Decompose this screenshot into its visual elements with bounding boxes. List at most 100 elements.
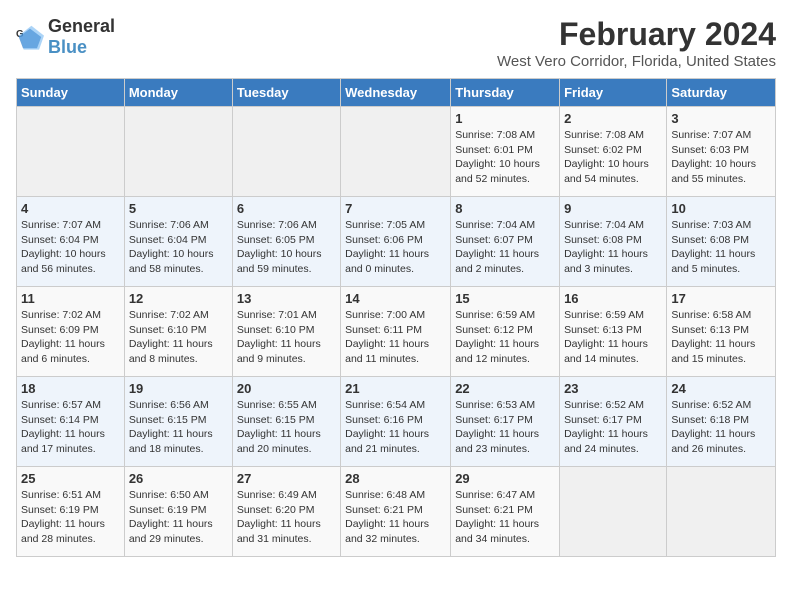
day-number: 16	[564, 291, 662, 306]
day-number: 2	[564, 111, 662, 126]
day-info: Sunrise: 6:53 AMSunset: 6:17 PMDaylight:…	[455, 398, 555, 457]
title-area: February 2024 West Vero Corridor, Florid…	[497, 16, 776, 70]
calendar-cell	[560, 467, 667, 557]
day-number: 12	[129, 291, 228, 306]
day-number: 28	[345, 471, 446, 486]
day-header-sunday: Sunday	[17, 79, 125, 107]
calendar-cell: 29 Sunrise: 6:47 AMSunset: 6:21 PMDayligh…	[451, 467, 560, 557]
calendar-cell: 1 Sunrise: 7:08 AMSunset: 6:01 PMDaylight…	[451, 107, 560, 197]
day-info: Sunrise: 7:06 AMSunset: 6:04 PMDaylight:…	[129, 218, 228, 277]
day-info: Sunrise: 6:52 AMSunset: 6:18 PMDaylight:…	[671, 398, 771, 457]
day-info: Sunrise: 6:47 AMSunset: 6:21 PMDaylight:…	[455, 488, 555, 547]
day-number: 20	[237, 381, 336, 396]
header: G General Blue February 2024 West Vero C…	[16, 16, 776, 70]
day-info: Sunrise: 7:00 AMSunset: 6:11 PMDaylight:…	[345, 308, 446, 367]
calendar-cell: 3Sunrise: 7:07 AMSunset: 6:03 PMDaylight…	[667, 107, 776, 197]
day-info: Sunrise: 7:08 AMSunset: 6:01 PMDaylight:…	[455, 128, 555, 187]
day-info: Sunrise: 6:49 AMSunset: 6:20 PMDaylight:…	[237, 488, 336, 547]
calendar-cell: 9Sunrise: 7:04 AMSunset: 6:08 PMDaylight…	[560, 197, 667, 287]
calendar-cell: 2 Sunrise: 7:08 AMSunset: 6:02 PMDaylight…	[560, 107, 667, 197]
calendar-table: SundayMondayTuesdayWednesdayThursdayFrid…	[16, 78, 776, 557]
day-info: Sunrise: 6:57 AMSunset: 6:14 PMDaylight:…	[21, 398, 120, 457]
day-number: 6	[237, 201, 336, 216]
day-info: Sunrise: 7:05 AMSunset: 6:06 PMDaylight:…	[345, 218, 446, 277]
day-number: 10	[671, 201, 771, 216]
day-number: 17	[671, 291, 771, 306]
calendar-cell: 7 Sunrise: 7:05 AMSunset: 6:06 PMDaylight…	[341, 197, 451, 287]
logo-blue-text: Blue	[48, 37, 87, 57]
calendar-cell: 13Sunrise: 7:01 AMSunset: 6:10 PMDayligh…	[232, 287, 340, 377]
day-header-thursday: Thursday	[451, 79, 560, 107]
day-number: 19	[129, 381, 228, 396]
day-info: Sunrise: 6:50 AMSunset: 6:19 PMDaylight:…	[129, 488, 228, 547]
calendar-body: 1 Sunrise: 7:08 AMSunset: 6:01 PMDaylight…	[17, 107, 776, 557]
day-info: Sunrise: 6:54 AMSunset: 6:16 PMDaylight:…	[345, 398, 446, 457]
calendar-cell	[232, 107, 340, 197]
week-row-3: 18 Sunrise: 6:57 AMSunset: 6:14 PMDayligh…	[17, 377, 776, 467]
calendar-cell: 10 Sunrise: 7:03 AMSunset: 6:08 PMDayligh…	[667, 197, 776, 287]
calendar-cell: 24 Sunrise: 6:52 AMSunset: 6:18 PMDayligh…	[667, 377, 776, 467]
day-info: Sunrise: 7:08 AMSunset: 6:02 PMDaylight:…	[564, 128, 662, 187]
day-number: 5	[129, 201, 228, 216]
day-info: Sunrise: 7:02 AMSunset: 6:09 PMDaylight:…	[21, 308, 120, 367]
day-header-friday: Friday	[560, 79, 667, 107]
logo: G General Blue	[16, 16, 115, 58]
day-info: Sunrise: 6:51 AMSunset: 6:19 PMDaylight:…	[21, 488, 120, 547]
calendar-cell: 6 Sunrise: 7:06 AMSunset: 6:05 PMDaylight…	[232, 197, 340, 287]
calendar-cell	[667, 467, 776, 557]
day-info: Sunrise: 6:55 AMSunset: 6:15 PMDaylight:…	[237, 398, 336, 457]
calendar-cell	[124, 107, 232, 197]
day-number: 7	[345, 201, 446, 216]
days-of-week-row: SundayMondayTuesdayWednesdayThursdayFrid…	[17, 79, 776, 107]
day-info: Sunrise: 7:03 AMSunset: 6:08 PMDaylight:…	[671, 218, 771, 277]
day-number: 26	[129, 471, 228, 486]
day-number: 25	[21, 471, 120, 486]
calendar-cell: 25 Sunrise: 6:51 AMSunset: 6:19 PMDayligh…	[17, 467, 125, 557]
day-info: Sunrise: 6:48 AMSunset: 6:21 PMDaylight:…	[345, 488, 446, 547]
day-number: 21	[345, 381, 446, 396]
calendar-cell: 14Sunrise: 7:00 AMSunset: 6:11 PMDayligh…	[341, 287, 451, 377]
day-info: Sunrise: 6:59 AMSunset: 6:13 PMDaylight:…	[564, 308, 662, 367]
main-title: February 2024	[497, 16, 776, 53]
day-number: 18	[21, 381, 120, 396]
day-info: Sunrise: 6:56 AMSunset: 6:15 PMDaylight:…	[129, 398, 228, 457]
day-number: 29	[455, 471, 555, 486]
logo-icon: G	[16, 23, 44, 51]
calendar-cell: 16 Sunrise: 6:59 AMSunset: 6:13 PMDayligh…	[560, 287, 667, 377]
day-number: 8	[455, 201, 555, 216]
day-info: Sunrise: 6:58 AMSunset: 6:13 PMDaylight:…	[671, 308, 771, 367]
subtitle: West Vero Corridor, Florida, United Stat…	[497, 53, 776, 70]
calendar-cell: 28 Sunrise: 6:48 AMSunset: 6:21 PMDayligh…	[341, 467, 451, 557]
day-number: 1	[455, 111, 555, 126]
day-header-monday: Monday	[124, 79, 232, 107]
day-number: 22	[455, 381, 555, 396]
calendar-cell: 27 Sunrise: 6:49 AMSunset: 6:20 PMDayligh…	[232, 467, 340, 557]
day-number: 3	[671, 111, 771, 126]
calendar-cell: 5 Sunrise: 7:06 AMSunset: 6:04 PMDaylight…	[124, 197, 232, 287]
day-info: Sunrise: 7:06 AMSunset: 6:05 PMDaylight:…	[237, 218, 336, 277]
day-number: 27	[237, 471, 336, 486]
calendar-cell: 15 Sunrise: 6:59 AMSunset: 6:12 PMDayligh…	[451, 287, 560, 377]
day-info: Sunrise: 6:59 AMSunset: 6:12 PMDaylight:…	[455, 308, 555, 367]
day-number: 11	[21, 291, 120, 306]
calendar-cell: 19 Sunrise: 6:56 AMSunset: 6:15 PMDayligh…	[124, 377, 232, 467]
day-number: 23	[564, 381, 662, 396]
day-info: Sunrise: 7:02 AMSunset: 6:10 PMDaylight:…	[129, 308, 228, 367]
week-row-4: 25 Sunrise: 6:51 AMSunset: 6:19 PMDayligh…	[17, 467, 776, 557]
day-info: Sunrise: 6:52 AMSunset: 6:17 PMDaylight:…	[564, 398, 662, 457]
day-number: 15	[455, 291, 555, 306]
calendar-cell: 8Sunrise: 7:04 AMSunset: 6:07 PMDaylight…	[451, 197, 560, 287]
calendar-header: SundayMondayTuesdayWednesdayThursdayFrid…	[17, 79, 776, 107]
day-number: 24	[671, 381, 771, 396]
week-row-0: 1 Sunrise: 7:08 AMSunset: 6:01 PMDaylight…	[17, 107, 776, 197]
calendar-cell: 11 Sunrise: 7:02 AMSunset: 6:09 PMDayligh…	[17, 287, 125, 377]
day-header-wednesday: Wednesday	[341, 79, 451, 107]
calendar-cell: 4Sunrise: 7:07 AMSunset: 6:04 PMDaylight…	[17, 197, 125, 287]
day-number: 9	[564, 201, 662, 216]
day-number: 4	[21, 201, 120, 216]
calendar-cell: 26 Sunrise: 6:50 AMSunset: 6:19 PMDayligh…	[124, 467, 232, 557]
calendar-cell: 18 Sunrise: 6:57 AMSunset: 6:14 PMDayligh…	[17, 377, 125, 467]
calendar-cell	[17, 107, 125, 197]
calendar-cell: 23 Sunrise: 6:52 AMSunset: 6:17 PMDayligh…	[560, 377, 667, 467]
calendar-cell	[341, 107, 451, 197]
